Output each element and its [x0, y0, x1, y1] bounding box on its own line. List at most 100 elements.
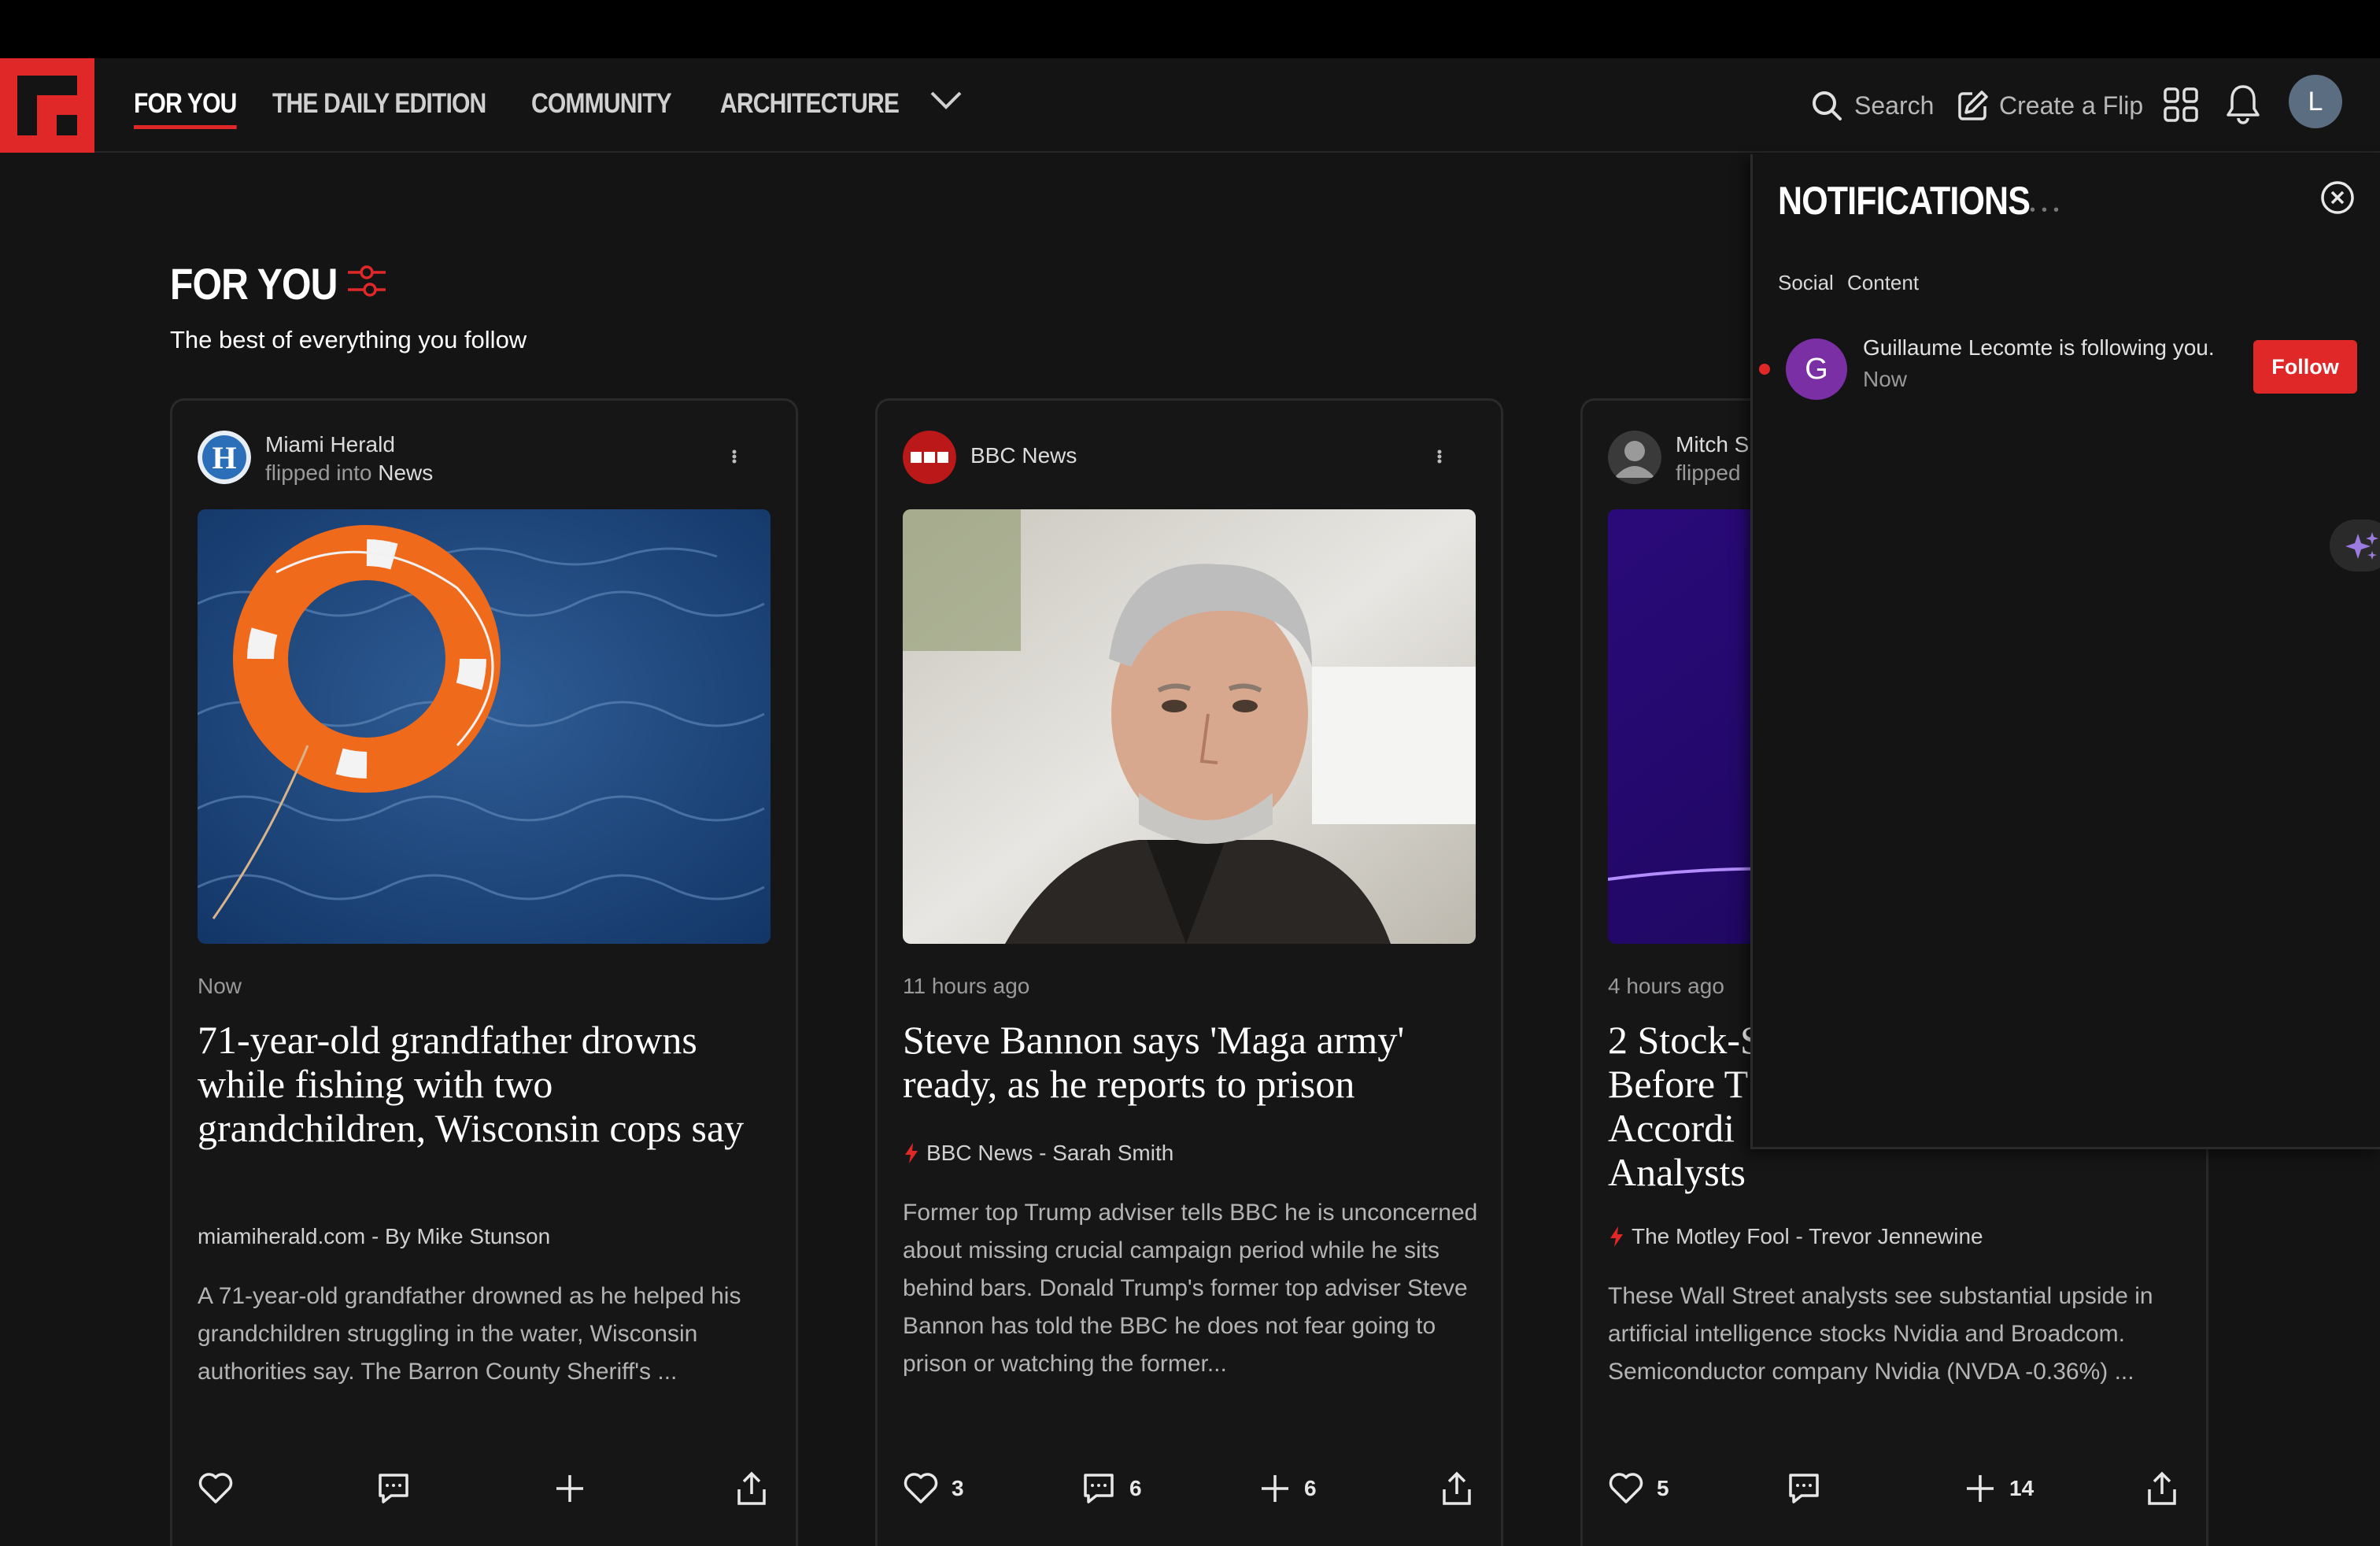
flipped-into: flipped into News [265, 460, 433, 486]
lifebuoy-water-image [198, 509, 771, 944]
more-options-icon[interactable] [1435, 445, 1444, 468]
source-name[interactable]: Mitch S [1676, 432, 1749, 457]
tab-social[interactable]: Social [1778, 271, 1834, 295]
article-timestamp: Now [198, 974, 242, 998]
source-name[interactable]: BBC News [970, 443, 1077, 468]
plus-icon [1967, 1475, 1994, 1502]
flip-button[interactable]: 14 [1964, 1465, 2034, 1512]
page-title: FOR YOU [170, 259, 338, 309]
flipboard-logo[interactable] [0, 58, 94, 153]
card-actions [198, 1465, 771, 1512]
bbc-news-logo-icon [903, 431, 956, 484]
article-timestamp: 11 hours ago [903, 974, 1030, 998]
like-button[interactable]: 3 [903, 1465, 964, 1512]
flip-button[interactable] [553, 1465, 599, 1512]
lightning-icon [905, 1143, 918, 1163]
heart-icon [904, 1473, 938, 1503]
sparkle-icon [2345, 532, 2378, 560]
article-card: H Miami Herald flipped into News Now 71-… [170, 398, 798, 1546]
article-image[interactable] [903, 509, 1476, 944]
page-subtitle: The best of everything you follow [170, 326, 527, 353]
comment-count: 6 [1129, 1476, 1142, 1500]
ai-assistant-button[interactable] [2330, 520, 2380, 571]
article-headline[interactable]: 71-year-old grandfather drowns while fis… [198, 1018, 780, 1150]
article-excerpt: Former top Trump adviser tells BBC he is… [903, 1200, 1478, 1377]
card-header: H Miami Herald flipped into News [198, 426, 771, 489]
default-user-avatar-icon [1608, 431, 1661, 484]
user-avatar[interactable]: L [2289, 75, 2342, 128]
more-options-icon[interactable] [730, 445, 739, 468]
card-actions: 3 6 6 [903, 1465, 1476, 1512]
edit-icon [1958, 91, 1988, 120]
loading-dots: ••• [2030, 202, 2066, 219]
source-avatar[interactable]: H [198, 431, 251, 484]
share-icon [737, 1471, 766, 1505]
share-button[interactable] [2145, 1465, 2179, 1512]
tab-the-daily-edition[interactable]: THE DAILY EDITION [272, 88, 486, 126]
flip-count: 6 [1304, 1476, 1317, 1500]
heart-icon [1609, 1473, 1643, 1503]
follow-button[interactable]: Follow [2253, 340, 2357, 394]
source-avatar[interactable] [903, 431, 956, 484]
share-button[interactable] [734, 1465, 769, 1512]
share-icon [1443, 1471, 1471, 1505]
card-actions: 5 14 [1608, 1465, 2181, 1512]
search-icon [1813, 91, 1842, 120]
lightning-icon [1610, 1226, 1623, 1247]
flip-button[interactable]: 6 [1258, 1465, 1317, 1512]
source-avatar[interactable] [1608, 431, 1661, 484]
headline-line: Analysts [1608, 1150, 1746, 1194]
svg-text:H: H [212, 440, 236, 475]
like-button[interactable]: 5 [1608, 1465, 1669, 1512]
miami-herald-logo-icon: H [198, 431, 251, 484]
article-timestamp: 4 hours ago [1608, 974, 1724, 998]
search-label: Search [1854, 91, 1935, 120]
source-name[interactable]: Miami Herald [265, 432, 395, 457]
byline-text: The Motley Fool - Trevor Jennewine [1632, 1224, 1983, 1248]
tab-architecture[interactable]: ARCHITECTURE [720, 88, 900, 126]
notifications-panel: NOTIFICATIONS ••• Social Content G Guill… [1750, 154, 2380, 1149]
portrait-photo-image [903, 509, 1476, 944]
like-count: 5 [1657, 1476, 1669, 1500]
notification-avatar[interactable]: G [1786, 338, 1847, 400]
notification-text: Guillaume Lecomte is following you. [1863, 335, 2215, 360]
tab-for-you[interactable]: FOR YOU [134, 88, 237, 129]
comment-icon [1789, 1474, 1819, 1503]
share-icon [2148, 1471, 2176, 1505]
flipped-into: flipped [1676, 460, 1741, 486]
notification-bell-icon[interactable] [2224, 83, 2262, 124]
article-excerpt: These Wall Street analysts see substanti… [1608, 1283, 2153, 1385]
like-button[interactable] [198, 1465, 246, 1512]
article-card: BBC News 11 hours ago Steve Bannon says … [875, 398, 1503, 1546]
comment-button[interactable] [1786, 1465, 1835, 1512]
plus-icon [556, 1475, 583, 1502]
article-image[interactable] [198, 509, 771, 944]
comment-icon [379, 1474, 408, 1503]
share-button[interactable] [1439, 1465, 1474, 1512]
flipped-prefix: flipped [1676, 460, 1741, 485]
apps-grid-icon[interactable] [2163, 87, 2199, 123]
flipped-magazine[interactable]: News [378, 460, 433, 485]
comment-icon [1084, 1474, 1114, 1503]
flipboard-logo-icon [17, 76, 77, 135]
chevron-down-icon[interactable] [929, 88, 963, 112]
notifications-title: NOTIFICATIONS [1778, 179, 2031, 223]
article-headline[interactable]: Steve Bannon says 'Maga army' ready, as … [903, 1018, 1485, 1106]
unread-indicator [1759, 364, 1770, 375]
like-count: 3 [952, 1476, 964, 1500]
filter-settings-icon[interactable] [346, 263, 387, 299]
article-excerpt: A 71-year-old grandfather drowned as he … [198, 1283, 741, 1385]
article-byline: BBC News - Sarah Smith [903, 1141, 1173, 1166]
browser-top-bar [0, 0, 2380, 58]
search-button[interactable]: Search [1810, 85, 1934, 126]
close-icon[interactable] [2319, 179, 2356, 216]
tab-content[interactable]: Content [1847, 271, 1919, 295]
plus-icon [1262, 1475, 1288, 1502]
flip-count: 14 [2009, 1476, 2034, 1500]
create-a-flip-button[interactable]: Create a Flip [1957, 85, 2143, 126]
tab-community[interactable]: COMMUNITY [531, 88, 672, 126]
comment-button[interactable] [375, 1465, 424, 1512]
comment-button[interactable]: 6 [1081, 1465, 1142, 1512]
notification-time: Now [1863, 367, 1908, 391]
article-byline: miamiherald.com - By Mike Stunson [198, 1224, 550, 1249]
